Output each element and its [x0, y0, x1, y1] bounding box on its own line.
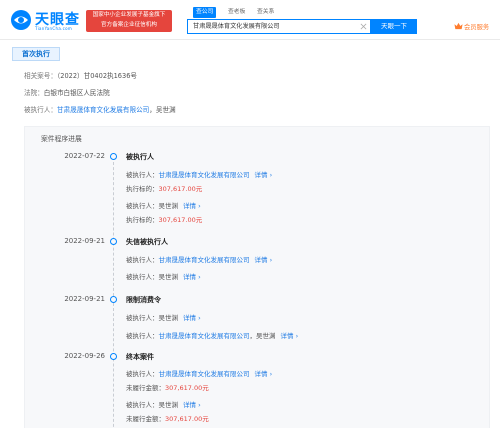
line-label: 执行标的： — [126, 185, 159, 193]
member-service-label: 会员服务 — [464, 24, 490, 31]
promo-line-1: 国家中小企业发展子基金旗下 — [92, 12, 166, 18]
member-service-link[interactable]: 会员服务 — [454, 22, 489, 32]
event-line: 执行标的：307,617.00元 — [126, 183, 202, 193]
person-name: 吴世渊 — [158, 314, 179, 322]
person-name: 吴世渊 — [158, 202, 179, 210]
event-date: 2022-09-21 — [64, 237, 105, 245]
company-link[interactable]: 甘肃晟晟体育文化发展有限公司 — [159, 332, 250, 340]
detail-link[interactable]: 详情 › — [183, 273, 201, 281]
company-link[interactable]: 甘肃晟晟体育文化发展有限公司 — [159, 256, 250, 264]
executed-company-link[interactable]: 甘肃晟晟体育文化发展有限公司 — [57, 106, 149, 114]
executed-separator: ， — [149, 106, 156, 114]
detail-link[interactable]: 详情 › — [255, 370, 273, 378]
executed-label: 被执行人： — [24, 106, 57, 114]
event-line: 被执行人：甘肃晟晟体育文化发展有限公司 详情 › — [126, 254, 272, 264]
detail-link[interactable]: 详情 › — [183, 314, 201, 322]
case-progress-card: 案件程序进展 2022-07-22 被执行人 被执行人：甘肃晟晟体育文化发展有限… — [24, 126, 490, 428]
event-line: 被执行人：吴世渊 详情 › — [126, 399, 201, 409]
line-label: 未履行金额： — [126, 384, 165, 392]
tab-relation[interactable]: 查关系 — [254, 7, 277, 18]
event-title: 失信被执行人 — [126, 238, 168, 246]
line-label: 被执行人： — [126, 273, 159, 281]
event-line: 未履行金额：307,617.00元 — [126, 413, 209, 423]
amount-value: 307,617.00元 — [158, 185, 203, 193]
logo-domain: TianYanCha.com — [35, 26, 73, 31]
event-line: 被执行人：甘肃晟晟体育文化发展有限公司，吴世渊 详情 › — [126, 330, 298, 340]
line-label: 未履行金额： — [126, 415, 165, 423]
line-label: 被执行人： — [126, 370, 159, 378]
detail-link[interactable]: 详情 › — [281, 332, 299, 340]
search-input[interactable] — [193, 20, 353, 33]
event-line: 被执行人：吴世渊 详情 › — [126, 312, 201, 322]
event-line: 被执行人：吴世渊 详情 › — [126, 271, 201, 281]
company-link[interactable]: 甘肃晟晟体育文化发展有限公司 — [159, 370, 250, 378]
detail-link[interactable]: 详情 › — [183, 401, 201, 409]
section-title: 首次执行 — [12, 47, 60, 61]
event-date: 2022-09-26 — [64, 352, 105, 360]
progress-title: 案件程序进展 — [41, 135, 82, 143]
timeline-dot — [110, 353, 117, 360]
case-number-row: 相关案号：（2022）甘0402执1636号 — [24, 70, 137, 80]
event-line: 被执行人：吴世渊 详情 › — [126, 200, 201, 210]
promo-banner[interactable]: 国家中小企业发展子基金旗下 官方备案企业征信机构 — [86, 10, 172, 32]
line-label: 被执行人： — [126, 171, 159, 179]
event-title: 被执行人 — [126, 153, 154, 161]
court-value: 白银市白银区人民法院 — [43, 89, 110, 97]
case-number-label: 相关案号： — [24, 72, 57, 80]
person-name: 吴世渊 — [158, 401, 179, 409]
detail-link[interactable]: 详情 › — [183, 202, 201, 210]
clear-icon[interactable] — [360, 23, 367, 30]
person-name: 吴世渊 — [158, 273, 179, 281]
detail-link[interactable]: 详情 › — [255, 256, 273, 264]
company-link[interactable]: 甘肃晟晟体育文化发展有限公司 — [159, 171, 250, 179]
executed-row: 被执行人：甘肃晟晟体育文化发展有限公司，吴世渊 — [24, 104, 176, 114]
timeline-dot — [110, 153, 117, 160]
line-label: 执行标的： — [126, 216, 159, 224]
court-row: 法院：白银市白银区人民法院 — [24, 87, 110, 97]
line-label: 被执行人： — [126, 202, 159, 210]
tab-company[interactable]: 查公司 — [193, 7, 217, 18]
amount-value: 307,617.00元 — [165, 415, 209, 423]
line-label: 被执行人： — [126, 332, 159, 340]
promo-line-2: 官方备案企业征信机构 — [101, 22, 157, 28]
case-number-value: （2022）甘0402执1636号 — [56, 72, 137, 80]
event-line: 被执行人：甘肃晟晟体育文化发展有限公司 详情 › — [126, 368, 272, 378]
event-title: 终本案件 — [126, 353, 154, 361]
event-title: 限制消费令 — [126, 296, 161, 304]
event-date: 2022-09-21 — [64, 295, 105, 303]
top-header: 天眼查 TianYanCha.com 国家中小企业发展子基金旗下 官方备案企业征… — [0, 0, 500, 40]
timeline-dot — [110, 238, 117, 245]
timeline-line — [113, 157, 114, 428]
eye-logo-icon — [11, 10, 31, 30]
search-box — [187, 19, 371, 34]
amount-value: 307,617.00元 — [158, 216, 203, 224]
line-label: 被执行人： — [126, 256, 159, 264]
executed-person: 吴世渊 — [155, 106, 176, 114]
timeline-dot — [110, 296, 117, 303]
amount-value: 307,617.00元 — [165, 384, 209, 392]
person-name: 吴世渊 — [256, 332, 276, 340]
event-line: 执行标的：307,617.00元 — [126, 214, 202, 224]
event-line: 未履行金额：307,617.00元 — [126, 382, 209, 392]
detail-link[interactable]: 详情 › — [255, 171, 273, 179]
tianyancha-logo[interactable]: 天眼查 TianYanCha.com — [10, 8, 85, 34]
event-date: 2022-07-22 — [64, 152, 105, 160]
line-label: 被执行人： — [126, 314, 159, 322]
line-label: 被执行人： — [126, 401, 159, 409]
tab-boss[interactable]: 查老板 — [225, 7, 248, 18]
search-button[interactable]: 天眼一下 — [371, 19, 417, 34]
crown-icon — [454, 22, 463, 30]
court-label: 法院： — [24, 89, 44, 97]
event-line: 被执行人：甘肃晟晟体育文化发展有限公司 详情 › — [126, 169, 272, 179]
